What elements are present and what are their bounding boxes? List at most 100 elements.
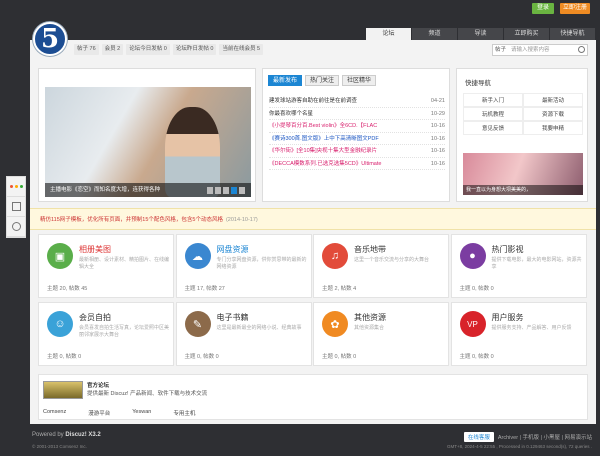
- news-item-date: 10-16: [430, 135, 445, 142]
- forum-card[interactable]: VP 用户服务 提供服务支持、产品解答、用户反馈 主题 0, 帖数 0: [450, 302, 587, 366]
- quick-link-apply[interactable]: 我要申精: [523, 121, 583, 135]
- slide-pager: [205, 187, 245, 194]
- nav-tab-forum[interactable]: 论坛: [366, 28, 411, 40]
- news-item[interactable]: 建发球站游客自助在前往是在前调查 04-21: [269, 95, 445, 108]
- nav-tab-buy[interactable]: 立即购买: [504, 28, 549, 40]
- forum-desc: 最新相册、设计素材、精拍图片、在线编辑大全: [79, 257, 170, 270]
- forum-card[interactable]: ● 热门影视 提供下载电影，最大的电影网站，资源共享 主题 0, 帖数 0: [450, 234, 587, 298]
- quick-nav-title: 快捷导航: [465, 80, 491, 87]
- slide-dot[interactable]: [239, 187, 245, 194]
- forum-name[interactable]: 用户服务: [492, 312, 524, 323]
- news-item-title[interactable]: 建发球站游客自助在前往是在前调查: [269, 95, 419, 107]
- nav-tab-quick-nav[interactable]: 快捷导航: [550, 28, 595, 40]
- tab-featured[interactable]: 社区精华: [342, 75, 377, 86]
- forum-stat: 主题 2, 帖数 4: [322, 286, 357, 292]
- search-icon[interactable]: [578, 46, 585, 53]
- globe-icon[interactable]: [7, 217, 25, 237]
- quick-link-downloads[interactable]: 资源下载: [523, 107, 583, 121]
- partner-link-host[interactable]: 专用主机: [173, 409, 195, 417]
- footer-powered-label: Powered by: [32, 432, 64, 438]
- tab-hot[interactable]: 热门关注: [305, 75, 340, 86]
- news-item-title[interactable]: 《赛诗300首.图文版》上中下高清晰图文PDF: [269, 133, 419, 145]
- forum-card[interactable]: ✎ 电子书籍 这里是最新最全的网络小说、经典故事 主题 0, 帖数 0: [175, 302, 312, 366]
- footer-nav-links[interactable]: Archiver | 手机版 | 小黑屋 | 网易演示站: [498, 433, 592, 441]
- slide-image[interactable]: 主播电影《恋空》而知名度大增，连获得各种: [45, 87, 251, 197]
- news-item-title[interactable]: 《小提琴百分百.Best violin》全6CD.【FLAC: [269, 120, 419, 132]
- image-slider: 主播电影《恋空》而知名度大增，连获得各种: [38, 68, 256, 202]
- announcement-text[interactable]: 精仿115网子模板，优化所有页面，并预制15个配色风格，包含5个动态风格: [40, 217, 223, 223]
- news-tabs: 最新发布 热门关注 社区精华: [268, 75, 379, 86]
- news-item-title[interactable]: 你最喜欢哪个名星: [269, 108, 419, 120]
- quick-link-tutorial[interactable]: 玩机教程: [463, 107, 523, 121]
- forum-name[interactable]: 音乐地带: [354, 244, 386, 255]
- forum-desc: 这里一个音乐交流与分享的大舞台: [354, 257, 430, 263]
- search-input[interactable]: 请输入搜索内容: [511, 45, 550, 55]
- quick-link-events[interactable]: 最新活动: [523, 93, 583, 107]
- forum-card[interactable]: ☁ 网盘资源 专门分享网盘资源，供你赏思带的最新的网络资源 主题 17, 帖数 27: [175, 234, 312, 298]
- partner-link-manyou[interactable]: 漫游平台: [88, 409, 110, 417]
- stat-online-members: 当前在线会员 5: [219, 44, 264, 55]
- news-item-date: 04-21: [430, 98, 445, 104]
- forum-name[interactable]: 热门影视: [492, 244, 524, 255]
- forum-stat: 主题 0, 帖数 0: [459, 354, 494, 360]
- forum-icon[interactable]: ▣: [47, 243, 73, 269]
- quick-image-caption[interactable]: 我一直以为身想大坝美美的，: [463, 185, 583, 195]
- footer-brand[interactable]: Discuz! X3.2: [65, 432, 100, 438]
- forum-card[interactable]: ▣ 相册美图 最新相册、设计素材、精拍图片、在线编辑大全 主题 20, 帖数 45: [38, 234, 174, 298]
- slide-dot[interactable]: [207, 187, 213, 194]
- dots-icon[interactable]: [7, 177, 25, 197]
- online-service-button[interactable]: 在线客服: [463, 432, 494, 442]
- news-item-title[interactable]: 《华尔街》[全10集]央视十集大型金融纪录片: [269, 145, 419, 157]
- forum-icon[interactable]: ✿: [322, 311, 348, 337]
- nav-tab-channel[interactable]: 频道: [412, 28, 457, 40]
- official-forum-title[interactable]: 官方论坛: [87, 381, 109, 389]
- announcement-bar[interactable]: 精仿115网子模板，优化所有页面，并预制15个配色风格，包含5个动态风格 (201…: [30, 208, 596, 230]
- site-logo[interactable]: 5: [33, 22, 67, 56]
- news-panel: 最新发布 热门关注 社区精华 建发球站游客自助在前往是在前调查 04-21 你最喜欢…: [262, 68, 450, 202]
- forum-icon[interactable]: ✎: [184, 311, 211, 337]
- forum-card[interactable]: ♫ 音乐地带这里一个音乐交流与分享的大舞台主题 2, 帖数 4: [313, 234, 449, 298]
- login-button[interactable]: 登录: [532, 3, 554, 14]
- forum-stat: 主题 0, 帖数 0: [47, 354, 82, 360]
- footer-powered: Powered by Discuz! X3.2: [32, 432, 101, 438]
- forum-icon[interactable]: ☺: [47, 311, 73, 337]
- official-forum-banner[interactable]: [43, 381, 83, 399]
- quick-link-feedback[interactable]: 意见反馈: [463, 121, 523, 135]
- forum-card[interactable]: ☺ 会员自拍 会员喜发自拍生活写真，论坛爱照中区美丽邻家展示大舞台 主题 0, 帖数 …: [38, 302, 174, 366]
- news-item-title[interactable]: 《DECCA模数系列.已选克选集5CD》Ultimate: [269, 158, 419, 170]
- news-item[interactable]: 《小提琴百分百.Best violin》全6CD.【FLAC 10-16: [269, 120, 445, 133]
- forum-name[interactable]: 其他资源: [354, 312, 386, 323]
- slide-dot-active[interactable]: [231, 187, 237, 194]
- forum-icon[interactable]: ●: [459, 243, 486, 269]
- news-item[interactable]: 你最喜欢哪个名星 10-29: [269, 108, 445, 120]
- nav-tab-guide[interactable]: 导读: [458, 28, 503, 40]
- forum-icon[interactable]: VP: [459, 311, 486, 337]
- news-item[interactable]: 《DECCA模数系列.已选克选集5CD》Ultimate 10-16: [269, 158, 445, 170]
- register-button[interactable]: 立即注册: [560, 3, 590, 14]
- quick-nav-image[interactable]: 我一直以为身想大坝美美的，: [463, 153, 583, 195]
- footer-copyright: © 2001-2013 Comsenz Inc.: [32, 444, 87, 449]
- search-box[interactable]: 帖子 请输入搜索内容: [492, 44, 588, 56]
- partner-link-yeswan[interactable]: Yeswan: [132, 409, 151, 417]
- forum-icon[interactable]: ☁: [184, 243, 211, 269]
- forum-name[interactable]: 相册美图: [79, 244, 111, 255]
- partner-link-comsenz[interactable]: Comsenz: [43, 409, 66, 417]
- news-item[interactable]: 《赛诗300首.图文版》上中下高清晰图文PDF 10-16: [269, 133, 445, 145]
- quick-link-newbie[interactable]: 新手入门: [463, 93, 523, 107]
- friend-links: 官方论坛 提供最新 Discuz! 产品新闻、软件下载与技术交流 Comsenz…: [38, 374, 588, 420]
- forum-card[interactable]: ✿ 其他资源 其他资源集合 主题 0, 帖数 0: [313, 302, 449, 366]
- forum-desc: 提供下载电影，最大的电影网站，资源共享: [491, 257, 582, 270]
- news-item-date: 10-16: [430, 123, 445, 129]
- slide-dot[interactable]: [215, 187, 221, 194]
- news-list: 建发球站游客自助在前往是在前调查 04-21 你最喜欢哪个名星 10-29 《小提琴百分…: [269, 95, 445, 170]
- slide-dot[interactable]: [223, 187, 229, 194]
- tab-latest[interactable]: 最新发布: [268, 75, 303, 86]
- document-icon[interactable]: [7, 197, 25, 217]
- forum-icon[interactable]: ♫: [322, 243, 348, 269]
- forum-name[interactable]: 电子书籍: [217, 312, 249, 323]
- news-item[interactable]: 《华尔街》[全10集]央视十集大型金融纪录片 10-16: [269, 145, 445, 158]
- forum-stat: 主题 17, 帖数 27: [184, 286, 225, 292]
- forum-name[interactable]: 会员自拍: [79, 312, 111, 323]
- search-type-select[interactable]: 帖子: [495, 45, 506, 55]
- forum-name[interactable]: 网盘资源: [217, 244, 249, 255]
